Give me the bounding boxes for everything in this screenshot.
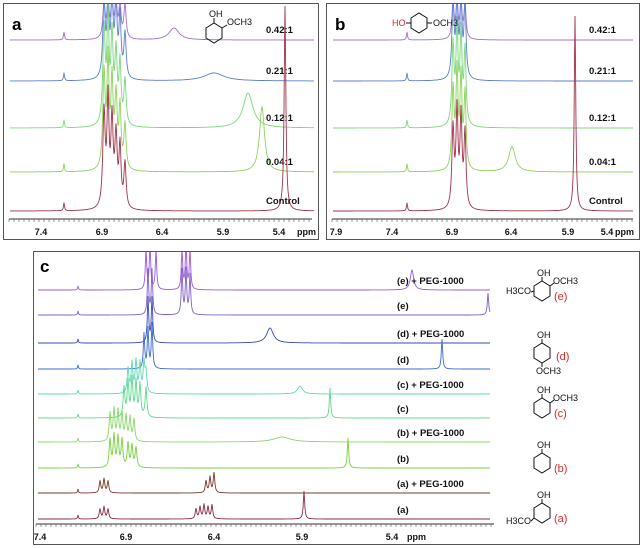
mol-c-group: OCH3 <box>536 366 561 376</box>
mol-c-group: OH <box>537 268 551 278</box>
nmr-panel-b: b 0.42:1 0.21:1 0.12:1 0.04:1 Control 7.9 7.4… <box>326 3 640 240</box>
mol-c-tag: (a) <box>554 513 567 525</box>
trace-label-b: 0.12:1 <box>589 113 617 124</box>
mol-c-tag: (b) <box>554 463 567 475</box>
nmr-spectrum-a: a 0.42:1 0.21:1 0.12:1 0.04:1 Control 7.4 6.9… <box>8 4 316 237</box>
trace-a-4 <box>10 5 314 212</box>
trace-label-c: (c) + PEG-1000 <box>397 380 464 391</box>
nmr-panel-a: a 0.42:1 0.21:1 0.12:1 0.04:1 Control 7.4 6.9… <box>3 3 319 240</box>
molecule-c-4-icon: OH H3CO (a) <box>506 490 567 526</box>
axis-c-tick-label: 6.4 <box>208 532 221 542</box>
mol-c-group: OH <box>537 385 551 395</box>
mol-c-group: OH <box>537 330 551 340</box>
axis-b-tick-label: 6.4 <box>505 227 518 237</box>
trace-label-c: (d) <box>397 355 409 366</box>
axis-a-tick-label: 5.9 <box>217 227 230 237</box>
trace-b-2 <box>333 16 633 129</box>
molecule-c-1-icon: OH OCH3 (d) <box>533 330 569 376</box>
axis-b-tick-label: 7.9 <box>330 227 343 237</box>
axis-a-axis-unit: ppm <box>297 227 316 237</box>
mol-c-group: H3CO <box>506 286 531 296</box>
trace-b-3 <box>333 60 633 173</box>
trace-label-a: 0.21:1 <box>266 66 294 77</box>
axis-c-tick-label: 7.4 <box>34 532 46 542</box>
axis-c-axis-unit: ppm <box>407 532 426 542</box>
axis-a-tick-label: 5.4 <box>273 227 286 237</box>
mol-c-tag: (c) <box>554 408 567 420</box>
mol-c-tag: (d) <box>556 351 569 363</box>
molecule-c-2-icon: OHOCH3 (c) <box>533 385 578 420</box>
axis-b-axis-unit: ppm <box>615 227 634 237</box>
trace-c-9 <box>38 490 490 520</box>
molecule-a-icon: OH OCH3 <box>205 9 252 44</box>
axis-c-tick-label: 5.9 <box>296 532 309 542</box>
trace-label-b: 0.04:1 <box>589 157 617 168</box>
trace-b-0 <box>333 4 633 41</box>
trace-label-c: (b) + PEG-1000 <box>397 428 464 439</box>
nmr-spectrum-b: b 0.42:1 0.21:1 0.12:1 0.04:1 Control 7.9 7.4… <box>330 4 634 237</box>
trace-label-c: (e) + PEG-1000 <box>397 276 464 287</box>
panel-letter-a: a <box>12 15 22 34</box>
trace-label-c: (a) + PEG-1000 <box>397 479 464 490</box>
trace-label-b: Control <box>589 196 623 207</box>
axis-c-tick-label: 6.9 <box>120 532 133 542</box>
mol-b-oh: HO <box>392 18 406 28</box>
trace-label-a: 0.12:1 <box>266 113 294 124</box>
mol-c-group: H3CO <box>506 516 531 526</box>
trace-label-c: (e) <box>397 301 409 312</box>
axis-a-tick-label: 6.4 <box>156 227 169 237</box>
trace-label-b: 0.42:1 <box>589 25 617 36</box>
molecule-c-0-icon: H3CO OHOCH3 (e) <box>506 268 578 303</box>
mol-c-group: OH <box>537 440 551 450</box>
panel-letter-c: c <box>40 257 49 276</box>
mol-c-tag: (e) <box>554 291 567 303</box>
axis-b-tick-label: 7.4 <box>386 227 399 237</box>
panel-letter-b: b <box>335 15 345 34</box>
mol-a-oh: OH <box>209 9 223 19</box>
axis-a-tick-label: 6.9 <box>96 227 109 237</box>
axis-c-tick-label: 5.4 <box>386 532 399 542</box>
axis-b-tick-label: 5.4 <box>601 227 614 237</box>
mol-c-group: OCH3 <box>553 393 578 403</box>
mol-b-sub: OCH3 <box>433 18 458 28</box>
trace-label-a: 0.04:1 <box>266 157 294 168</box>
nmr-spectrum-c: c (e) + PEG-1000 (e) (d) + PEG-1000 (d) (c) … <box>34 252 578 542</box>
trace-c-1 <box>38 266 491 316</box>
axis-a-tick-label: 7.4 <box>35 227 48 237</box>
trace-label-c: (a) <box>397 505 409 516</box>
trace-label-c: (b) <box>397 454 409 465</box>
trace-label-c: (c) <box>397 404 409 415</box>
molecule-c-3-icon: OH (b) <box>533 440 567 475</box>
trace-label-b: 0.21:1 <box>589 66 617 77</box>
mol-a-sub: OCH3 <box>227 17 252 27</box>
trace-a-3 <box>10 45 314 173</box>
trace-label-a: 0.42:1 <box>266 25 294 36</box>
trace-label-c: (d) + PEG-1000 <box>397 329 464 340</box>
axis-b-tick-label: 6.9 <box>446 227 459 237</box>
axis-b-tick-label: 5.9 <box>562 227 575 237</box>
nmr-panel-c: c (e) + PEG-1000 (e) (d) + PEG-1000 (d) (c) … <box>33 251 640 545</box>
trace-label-a: Control <box>266 196 300 207</box>
mol-c-group: OCH3 <box>553 276 578 286</box>
trace-b-1 <box>333 4 633 82</box>
molecule-b-icon: HO OCH3 <box>392 12 458 34</box>
mol-c-group: OH <box>537 490 551 500</box>
trace-b-4 <box>333 15 633 212</box>
